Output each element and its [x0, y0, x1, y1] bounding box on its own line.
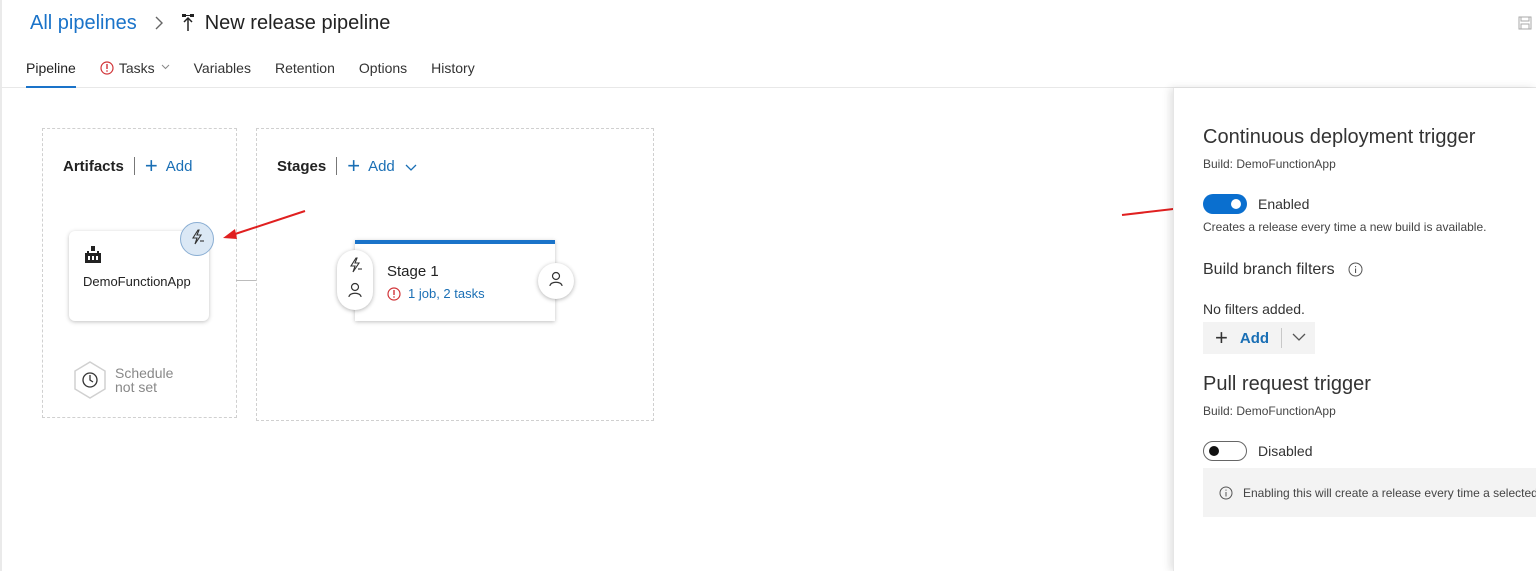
add-filter-dropdown[interactable]	[1282, 329, 1315, 347]
tab-tasks[interactable]: Tasks	[100, 52, 170, 88]
tab-variables[interactable]: Variables	[194, 52, 251, 88]
no-filters-text: No filters added.	[1203, 301, 1305, 317]
tab-tasks-label: Tasks	[118, 60, 155, 76]
artifacts-title: Artifacts	[63, 157, 124, 175]
person-icon	[549, 271, 563, 292]
add-artifact-label: Add	[165, 157, 193, 175]
clock-icon	[72, 360, 108, 400]
tab-options[interactable]: Options	[359, 52, 407, 88]
toggle-knob	[1231, 199, 1241, 209]
schedule-line2: not set	[115, 379, 158, 395]
cd-toggle-label: Enabled	[1258, 196, 1310, 212]
tab-retention-label: Retention	[274, 60, 335, 76]
cd-trigger-title: Continuous deployment trigger	[1203, 126, 1476, 148]
page-header: All pipelines New release pipeline Pipel…	[0, 0, 1536, 88]
page-title: New release pipeline	[204, 11, 391, 34]
pr-info-message: Enabling this will create a release ever…	[1203, 468, 1536, 517]
all-pipelines-link[interactable]: All pipelines	[30, 12, 137, 35]
stages-title: Stages	[277, 157, 327, 175]
stage-card[interactable]	[355, 240, 555, 321]
chevron-right-icon	[151, 15, 167, 31]
stage-summary-text: 1 job, 2 tasks	[408, 286, 485, 301]
pr-toggle-label: Disabled	[1258, 443, 1313, 459]
post-deployment-conditions-button[interactable]	[538, 263, 574, 299]
artifacts-header: Artifacts + Add	[63, 155, 192, 177]
pr-trigger-toggle[interactable]	[1203, 441, 1247, 461]
save-icon[interactable]	[1518, 16, 1532, 30]
build-branch-filters-title: Build branch filters	[1203, 261, 1363, 279]
add-stage-button[interactable]: + Add	[347, 155, 417, 177]
pr-trigger-title: Pull request trigger	[1203, 373, 1371, 395]
plus-icon: +	[144, 153, 158, 178]
stages-header: Stages + Add	[277, 155, 417, 177]
trigger-settings-panel: Continuous deployment trigger Build: Dem…	[1173, 88, 1536, 571]
tab-pipeline[interactable]: Pipeline	[26, 52, 76, 88]
build-artifact-icon	[83, 245, 103, 265]
pr-trigger-build: Build: DemoFunctionApp	[1203, 404, 1336, 418]
add-filter-button[interactable]: + Add	[1203, 327, 1281, 349]
warning-icon	[387, 286, 401, 301]
plus-icon: +	[1215, 325, 1228, 350]
add-filter-split-button: + Add	[1203, 322, 1315, 354]
tab-history[interactable]: History	[431, 52, 475, 88]
build-branch-filters-label: Build branch filters	[1203, 261, 1335, 278]
toggle-knob	[1209, 446, 1219, 456]
cd-trigger-build: Build: DemoFunctionApp	[1203, 157, 1336, 171]
tab-history-label: History	[431, 60, 475, 76]
chevron-down-icon	[1292, 329, 1306, 347]
chevron-down-icon	[405, 160, 417, 172]
add-artifact-button[interactable]: + Add	[145, 155, 193, 177]
cd-trigger-description: Creates a release every time a new build…	[1203, 220, 1487, 234]
info-icon[interactable]	[1348, 262, 1363, 277]
add-stage-label: Add	[368, 157, 395, 175]
pre-deployment-conditions-button[interactable]	[337, 250, 373, 310]
pipeline-icon	[179, 13, 197, 33]
pr-info-text: Enabling this will create a release ever…	[1243, 485, 1536, 500]
info-icon	[1219, 486, 1233, 500]
warning-icon	[100, 61, 114, 75]
chevron-down-icon	[161, 62, 170, 74]
artifact-trigger-button[interactable]	[180, 222, 214, 256]
artifact-name: DemoFunctionApp	[83, 274, 191, 289]
tab-retention[interactable]: Retention	[275, 52, 335, 88]
lightning-trigger-icon	[347, 257, 363, 278]
person-icon	[348, 282, 362, 303]
stage-summary-link[interactable]: 1 job, 2 tasks	[387, 286, 485, 301]
header-divider	[133, 157, 135, 175]
tab-variables-label: Variables	[193, 60, 251, 76]
tab-options-label: Options	[358, 60, 408, 76]
schedule-label: Schedule not set	[115, 366, 173, 394]
header-divider	[336, 157, 338, 175]
schedule-trigger[interactable]: Schedule not set	[72, 360, 173, 400]
annotation-arrow-left	[223, 210, 306, 239]
plus-icon: +	[347, 153, 361, 178]
lightning-trigger-icon	[189, 228, 205, 250]
add-filter-label: Add	[1239, 329, 1270, 347]
breadcrumb: All pipelines New release pipeline	[30, 10, 390, 36]
pipeline-tabs: Pipeline Tasks Variables Retention Optio…	[26, 52, 499, 88]
stage-name[interactable]: Stage 1	[387, 263, 439, 280]
cd-trigger-toggle[interactable]	[1203, 194, 1247, 214]
tab-pipeline-label: Pipeline	[26, 60, 76, 76]
